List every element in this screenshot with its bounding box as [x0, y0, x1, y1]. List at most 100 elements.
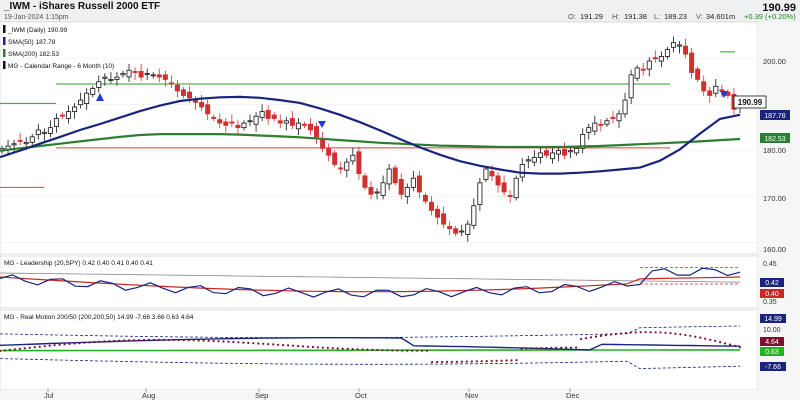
- motion-dot: [73, 342, 76, 345]
- motion-dot: [247, 341, 250, 344]
- motion-dot: [381, 349, 384, 352]
- candle-down: [368, 186, 374, 195]
- motion-dot: [227, 340, 230, 343]
- sma200-tag: 182.53: [764, 136, 786, 143]
- candle-up: [144, 73, 150, 75]
- y-tick-160: 160.00: [763, 245, 786, 254]
- motion-dot: [202, 339, 205, 342]
- leadership-tag1: 0.42: [765, 280, 779, 287]
- motion-dot: [604, 334, 608, 337]
- candle-up: [295, 122, 301, 130]
- motion-dot: [411, 349, 414, 352]
- candle-down: [174, 84, 180, 92]
- candle-up: [283, 120, 289, 124]
- candle-up: [616, 113, 622, 122]
- candle-down: [447, 226, 453, 230]
- motion-dot: [38, 345, 41, 348]
- motion-dot: [575, 346, 578, 349]
- motion-dot: [535, 347, 538, 350]
- candle-up: [126, 69, 132, 78]
- motion-dot: [396, 349, 399, 352]
- candle-down: [156, 74, 162, 78]
- motion-dot: [133, 339, 136, 342]
- candle-up: [628, 74, 634, 99]
- candle-up: [90, 88, 96, 95]
- motion-dot: [321, 346, 324, 349]
- candle-down: [277, 120, 283, 124]
- legend-calendar-range: MG - Calendar Range - 6 Month (10): [8, 63, 114, 70]
- motion-dot: [83, 341, 86, 344]
- candle-up: [658, 56, 664, 62]
- legend-swatch-sma200: [3, 49, 6, 57]
- candle-up: [471, 205, 477, 226]
- x-label-oct: Oct: [355, 391, 368, 400]
- motion-dot: [172, 338, 175, 341]
- candle-up: [622, 99, 628, 115]
- candle-down: [398, 178, 404, 195]
- motion-dot: [634, 331, 637, 334]
- candle-down: [435, 208, 441, 218]
- candle-down: [562, 149, 568, 156]
- motion-dot: [416, 349, 419, 352]
- motion-dot: [232, 340, 235, 344]
- motion-dot: [118, 339, 121, 342]
- candle-down: [507, 195, 513, 197]
- motion-dot: [8, 348, 11, 351]
- candle-up: [568, 150, 574, 153]
- motion-dot: [440, 360, 444, 364]
- candle-down: [392, 167, 398, 184]
- motion-tag-green: 0.63: [765, 349, 779, 356]
- motion-dot: [465, 360, 468, 363]
- motion-dot: [262, 342, 265, 345]
- motion-dot: [331, 347, 334, 350]
- motion-dot: [669, 332, 672, 335]
- candle-up: [259, 111, 265, 118]
- x-label-jul: Jul: [44, 391, 54, 400]
- motion-dot: [570, 346, 573, 349]
- candle-up: [374, 191, 380, 194]
- motion-dot: [291, 344, 295, 347]
- candle-up: [78, 99, 84, 106]
- motion-dot: [18, 347, 21, 350]
- candle-up: [556, 150, 562, 155]
- candle-up: [120, 73, 126, 76]
- motion-dot: [138, 339, 141, 342]
- motion-dot: [361, 348, 364, 351]
- motion-dot: [445, 360, 449, 363]
- motion-dot: [699, 336, 702, 339]
- motion-dot: [485, 360, 488, 363]
- candle-down: [683, 45, 689, 55]
- candle-up: [670, 42, 676, 48]
- motion-dot: [242, 341, 245, 344]
- motion-dot: [515, 359, 518, 362]
- motion-dot: [376, 348, 379, 352]
- price-tag: 190.99: [738, 98, 763, 107]
- low-label: L:: [654, 12, 660, 21]
- motion-dot: [53, 344, 56, 347]
- motion-dot: [192, 339, 195, 342]
- chart-title: _IWM - iShares Russell 2000 ETF: [3, 1, 160, 12]
- motion-dot: [406, 349, 409, 352]
- candle-up: [253, 115, 259, 125]
- motion-dot: [187, 339, 190, 342]
- candle-up: [29, 136, 35, 143]
- motion-dot: [540, 347, 543, 350]
- candle-down: [265, 110, 271, 119]
- high-label: H:: [612, 12, 620, 21]
- legend-swatch-price: [3, 25, 6, 33]
- leadership-tick-low: 0.35: [763, 299, 777, 306]
- candle-down: [205, 104, 211, 115]
- motion-dot: [157, 338, 160, 341]
- candle-down: [217, 119, 223, 124]
- candle-down: [495, 175, 501, 186]
- motion-dot: [421, 349, 424, 352]
- candle-down: [428, 201, 434, 211]
- candle-down: [271, 114, 277, 119]
- candle-down: [326, 147, 332, 156]
- motion-dot: [689, 334, 692, 337]
- motion-dot: [237, 341, 240, 344]
- candle-up: [404, 186, 410, 197]
- motion-dot: [108, 340, 111, 343]
- candle-up: [410, 177, 416, 188]
- x-axis-strip: [0, 390, 800, 400]
